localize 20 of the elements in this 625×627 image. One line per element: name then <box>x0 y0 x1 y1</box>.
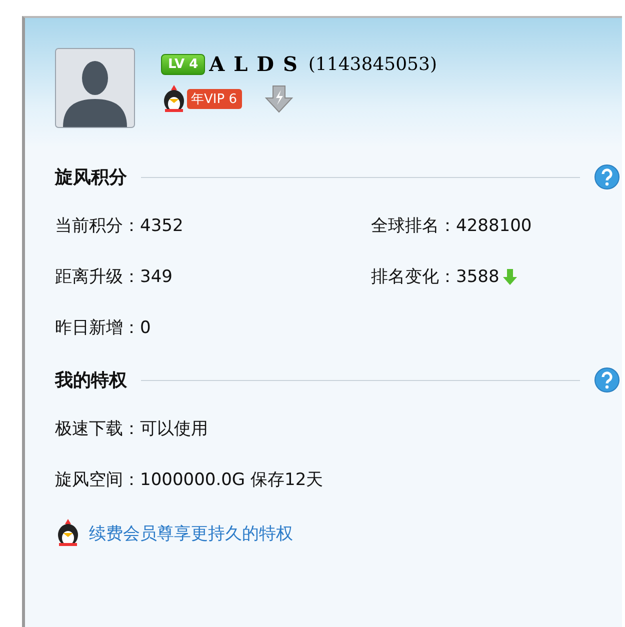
stat-text: 排名变化：3588 <box>371 266 500 288</box>
user-name: A L D S <box>209 52 298 76</box>
level-badge: LV 4 <box>161 54 206 74</box>
help-icon[interactable] <box>594 367 620 393</box>
lightning-arrow-icon[interactable] <box>264 84 294 114</box>
stat-text: 全球排名：4288100 <box>371 215 532 237</box>
section-title: 我的特权 <box>55 369 127 392</box>
stat-text: 极速下载：可以使用 <box>55 418 208 440</box>
vip-badge: 年VIP 6 <box>187 89 242 109</box>
stat-text: 距离升级：349 <box>55 266 172 288</box>
qq-number: (1143845053) <box>308 54 437 74</box>
penguin-icon <box>55 519 81 547</box>
penguin-icon <box>161 85 187 113</box>
section-title: 旋风积分 <box>55 166 127 189</box>
help-icon[interactable] <box>594 164 620 190</box>
down-arrow-icon <box>503 268 518 286</box>
stat-text: 昨日新增：0 <box>55 317 151 339</box>
renew-link[interactable]: 续费会员尊享更持久的特权 <box>89 522 293 544</box>
stat-text: 当前积分：4352 <box>55 215 184 237</box>
stat-text: 旋风空间：1000000.0G 保存12天 <box>55 469 324 491</box>
